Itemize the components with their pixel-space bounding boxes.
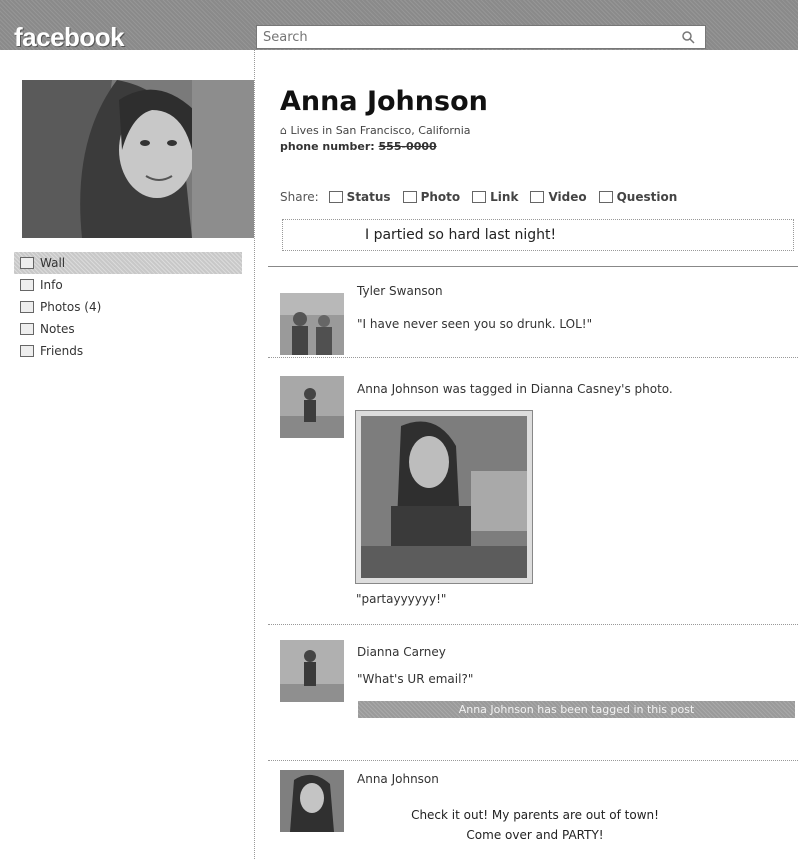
post-text-line1: Check it out! My parents are out of town… — [411, 808, 659, 822]
post-author[interactable]: Anna Johnson — [357, 772, 439, 786]
profile-name: Anna Johnson — [280, 86, 488, 117]
profile-location: ⌂ Lives in San Francisco, California — [280, 124, 471, 137]
share-option-label: Link — [490, 190, 519, 204]
phone-value: 555-0000 — [378, 140, 437, 153]
post-text: "What's UR email?" — [357, 672, 474, 686]
question-icon — [598, 191, 613, 203]
photos-icon — [20, 301, 34, 313]
avatar[interactable] — [280, 376, 344, 438]
status-text[interactable]: I partied so hard last night! — [365, 227, 556, 243]
status-icon — [328, 191, 343, 203]
share-bar: Share: Status Photo Link Video Question — [280, 190, 798, 204]
tagged-photo[interactable] — [355, 410, 533, 584]
photo-caption: "partayyyyyy!" — [356, 592, 447, 606]
share-video-button[interactable]: Video — [530, 190, 587, 204]
home-icon: ⌂ — [280, 124, 287, 137]
post-text: "I have never seen you so drunk. LOL!" — [357, 317, 593, 331]
divider — [268, 266, 798, 267]
nav-label: Info — [40, 278, 63, 292]
location-text: Lives in San Francisco, California — [290, 124, 471, 137]
notes-icon — [20, 323, 34, 335]
column-divider — [254, 50, 255, 859]
share-label: Share: — [280, 190, 319, 204]
nav-label: Friends — [40, 344, 84, 358]
tag-banner: Anna Johnson has been tagged in this pos… — [358, 701, 795, 718]
share-option-label: Question — [616, 190, 678, 204]
share-question-button[interactable]: Question — [598, 190, 678, 204]
share-status-button[interactable]: Status — [328, 190, 391, 204]
nav-item-wall[interactable]: Wall — [14, 252, 242, 274]
avatar[interactable] — [280, 293, 344, 355]
post-author[interactable]: Tyler Swanson — [357, 284, 443, 298]
video-icon — [530, 191, 545, 203]
divider — [268, 357, 798, 358]
avatar[interactable] — [280, 640, 344, 702]
photo-icon — [402, 191, 417, 203]
status-composer[interactable]: I partied so hard last night! — [282, 219, 794, 251]
share-link-button[interactable]: Link — [472, 190, 518, 204]
share-option-label: Photo — [420, 190, 461, 204]
profile-picture[interactable] — [22, 80, 254, 238]
share-photo-button[interactable]: Photo — [402, 190, 461, 204]
wall-icon — [20, 257, 34, 269]
search-icon[interactable] — [681, 30, 695, 44]
avatar[interactable] — [280, 770, 344, 832]
link-icon — [472, 191, 487, 203]
nav-item-photos[interactable]: Photos (4) — [20, 296, 254, 318]
post-author[interactable]: Dianna Carney — [357, 645, 446, 659]
nav-item-info[interactable]: Info — [20, 274, 254, 296]
info-icon — [20, 279, 34, 291]
nav-label: Wall — [40, 256, 66, 270]
search-box[interactable] — [256, 25, 706, 49]
divider — [268, 624, 798, 625]
post-headline: Anna Johnson was tagged in Dianna Casney… — [357, 382, 673, 396]
nav-label: Photos (4) — [40, 300, 102, 314]
share-option-label: Status — [346, 190, 391, 204]
top-bar: facebook — [0, 0, 798, 53]
share-option-label: Video — [548, 190, 587, 204]
divider — [268, 760, 798, 761]
left-nav: Wall Info Photos (4) Notes Friends — [14, 252, 254, 362]
profile-phone: phone number: 555-0000 — [280, 140, 437, 153]
search-input[interactable] — [263, 29, 663, 45]
friends-icon — [20, 345, 34, 357]
nav-label: Notes — [40, 322, 75, 336]
nav-item-notes[interactable]: Notes — [20, 318, 254, 340]
phone-label: phone number: — [280, 140, 375, 153]
post-text-line2: Come over and PARTY! — [466, 828, 604, 842]
facebook-logo[interactable]: facebook — [14, 22, 125, 53]
nav-item-friends[interactable]: Friends — [20, 340, 254, 362]
